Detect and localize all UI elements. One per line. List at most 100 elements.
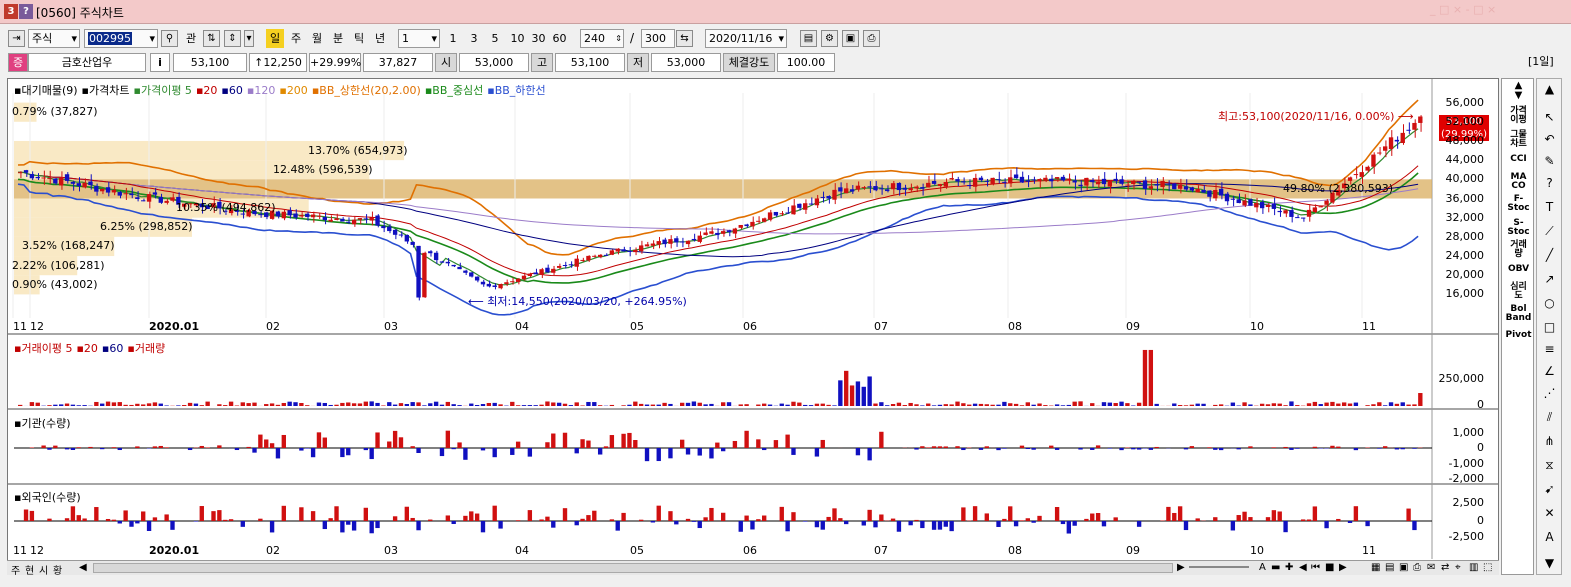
cursor-icon[interactable]: ↖ (1540, 109, 1559, 126)
chart-add-icon[interactable]: ▤ (800, 30, 817, 47)
indicator-button[interactable]: 거래 량 (1502, 241, 1535, 259)
stop-icon[interactable]: ■ (1325, 562, 1334, 573)
rectangle-icon[interactable]: □ (1540, 319, 1559, 336)
stepper-icon[interactable]: ⇕ (224, 30, 241, 47)
text-size-icon[interactable]: A (1259, 562, 1266, 573)
period-tab[interactable]: 주 (287, 29, 305, 48)
total-count-input[interactable]: 300 (641, 29, 675, 48)
legend-item[interactable]: 대기매물(9) (21, 84, 77, 97)
legend-item[interactable]: 60 (109, 342, 123, 355)
reset-icon[interactable]: ⇆ (676, 30, 693, 47)
auto-icon[interactable]: A (1540, 529, 1559, 546)
gann-icon[interactable]: ∠ (1540, 363, 1559, 380)
interval-button[interactable]: 10 (507, 29, 528, 48)
period-tab[interactable]: 월 (308, 29, 326, 48)
maximize-icon[interactable]: ⬚ (1483, 562, 1492, 573)
indicator-button[interactable]: 그물 차트 (1502, 131, 1535, 149)
print-icon[interactable]: ⎙ (1413, 562, 1421, 573)
legend-item[interactable]: 거래이평 5 (21, 342, 72, 355)
help-icon[interactable]: ? (1540, 175, 1559, 192)
mail-icon[interactable]: ✉ (1427, 562, 1435, 573)
legend-item[interactable]: BB_하한선 (495, 84, 546, 97)
zoom-slider[interactable] (1189, 566, 1249, 568)
text-icon[interactable]: T (1540, 199, 1559, 216)
image-icon[interactable]: ▣ (1399, 562, 1408, 573)
legend-item[interactable]: 120 (254, 84, 275, 97)
indicator-button[interactable]: OBV (1502, 265, 1535, 274)
zoom-in-icon[interactable]: ✚ (1285, 562, 1293, 573)
ray-icon[interactable]: ↗ (1540, 271, 1559, 288)
period-tab[interactable]: 일 (266, 29, 284, 48)
search-icon[interactable]: ⚲ (161, 30, 178, 47)
scroll-up-icon[interactable]: ▲ (1540, 81, 1559, 98)
pin-icon[interactable]: ⌖ (1455, 562, 1461, 573)
interval-button[interactable]: 5 (486, 29, 504, 48)
pitchfork-icon[interactable]: ⋔ (1540, 433, 1559, 450)
indicator-button[interactable]: Bol Band (1502, 305, 1535, 323)
legend-item[interactable]: 가격차트 (89, 84, 129, 97)
delete-icon[interactable]: ✕ (1540, 505, 1559, 522)
dropdown-icon[interactable]: ▾ (244, 30, 254, 47)
indicator-button[interactable]: S- Stoc (1502, 219, 1535, 237)
undo-icon[interactable]: ↶ (1540, 131, 1559, 148)
export-icon[interactable]: ▤ (1385, 562, 1394, 573)
eraser-icon[interactable]: ✎ (1540, 153, 1559, 170)
scroll-down-icon[interactable]: ▼ (1502, 91, 1535, 101)
scroll-right-icon[interactable]: ▶ (1177, 562, 1185, 573)
indicator-button[interactable]: MA CO (1502, 173, 1535, 191)
legend-item[interactable]: 20 (203, 84, 217, 97)
interval-button[interactable]: 1 (444, 29, 462, 48)
indicator-button[interactable]: Pivot (1502, 331, 1535, 340)
scroll-down-icon[interactable]: ▼ (1540, 555, 1559, 572)
stock-code-input[interactable]: 002995 ▾ (84, 29, 158, 48)
sort-icon[interactable]: ⇅ (203, 30, 220, 47)
period-tab[interactable]: 년 (371, 29, 389, 48)
legend-item[interactable]: 60 (229, 84, 243, 97)
bottom-tab[interactable]: 시 (39, 562, 48, 577)
link-icon[interactable]: ⇥ (8, 30, 25, 47)
legend-item[interactable]: BB_상한선(20,2.00) (319, 84, 421, 97)
circle-icon[interactable]: ○ (1540, 295, 1559, 312)
legend-item[interactable]: 200 (287, 84, 308, 97)
legend-item[interactable]: 20 (84, 342, 98, 355)
interval-button[interactable]: 3 (465, 29, 483, 48)
indicator-button[interactable]: 심리 도 (1502, 283, 1535, 301)
count-stepper[interactable]: 240 ⇕ (580, 29, 624, 48)
fan-icon[interactable]: ⋰ (1540, 385, 1559, 402)
period-tab[interactable]: 분 (329, 29, 347, 48)
info-icon[interactable]: i (150, 53, 170, 72)
legend-item[interactable]: 가격이평 5 (141, 84, 192, 97)
scroll-left-icon[interactable]: ◀ (79, 562, 87, 573)
fibonacci-icon[interactable]: ≡ (1540, 341, 1559, 358)
prev-page-icon[interactable]: ◀ (1299, 562, 1307, 573)
trendline-icon[interactable]: ⟋ (1540, 223, 1559, 240)
stock-name[interactable]: 금호산업우 (28, 53, 146, 72)
help-icon[interactable]: ? (19, 4, 33, 19)
horizontal-scrollbar[interactable] (93, 563, 1173, 573)
first-icon[interactable]: ⏮ (1311, 562, 1320, 573)
excel-icon[interactable]: ▦ (1371, 562, 1380, 573)
indicator-button[interactable]: F- Stoc (1502, 195, 1535, 213)
arrow-icon[interactable]: ➹ (1540, 481, 1559, 498)
zoom-out-icon[interactable]: ▬ (1271, 562, 1280, 573)
period-tab[interactable]: 틱 (350, 29, 368, 48)
save-icon[interactable]: ▣ (842, 30, 859, 47)
cycle-icon[interactable]: ⧖ (1540, 457, 1559, 474)
gwan-button[interactable]: 관 (181, 29, 201, 48)
print-icon[interactable]: ⎙ (863, 30, 880, 47)
scroll-up-icon[interactable]: ▲ (1502, 81, 1535, 91)
period-value-select[interactable]: 1 ▾ (398, 29, 440, 48)
interval-button[interactable]: 60 (549, 29, 570, 48)
window-controls[interactable]: _ □ × - □ × (1430, 3, 1496, 16)
legend-item[interactable]: 거래량 (135, 342, 165, 355)
bottom-tab[interactable]: 황 (53, 562, 62, 577)
date-select[interactable]: 2020/11/16 ▾ (705, 29, 787, 48)
compare-icon[interactable]: ⇄ (1441, 562, 1449, 573)
next-page-icon[interactable]: ▶ (1339, 562, 1347, 573)
bottom-tab[interactable]: 현 (25, 562, 34, 577)
legend-item[interactable]: BB_중심선 (432, 84, 483, 97)
layout-icon[interactable]: ▥ (1469, 562, 1478, 573)
line-icon[interactable]: ╱ (1540, 247, 1559, 264)
market-select[interactable]: 주식 ▾ (28, 29, 80, 48)
chart-area[interactable]: ▪대기매물(9) ▪가격차트 ▪가격이평 5 ▪20 ▪60 ▪120 ▪200 ▪BB_상한… (7, 78, 1499, 575)
